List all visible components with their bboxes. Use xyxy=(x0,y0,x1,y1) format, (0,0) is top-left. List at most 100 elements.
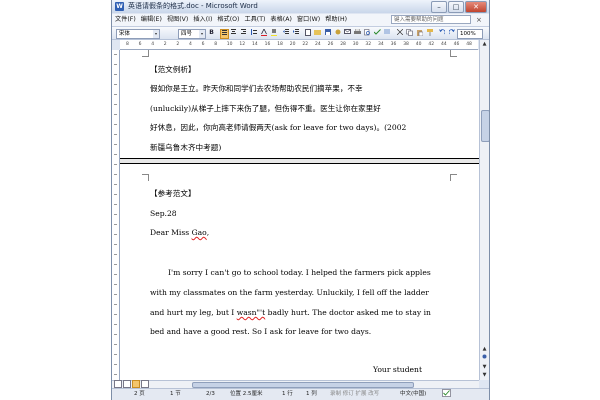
menu-edit[interactable]: 编辑(E) xyxy=(139,14,164,26)
outline-view-button[interactable] xyxy=(141,380,149,388)
font-color-button[interactable] xyxy=(260,28,267,37)
letter-body-line-4: bed and have a good rest. So I ask for l… xyxy=(150,327,372,336)
scroll-down-icon[interactable]: ▼ xyxy=(481,371,488,379)
ruler-tick xyxy=(114,174,117,175)
folder-open-icon xyxy=(314,30,321,35)
status-column: 1 列 xyxy=(306,391,317,397)
font-name-select[interactable]: 宋体 ▾ xyxy=(116,29,160,39)
new-document-button[interactable] xyxy=(304,29,311,37)
status-bar: 2 页 1 节 2/3 位置 2.5厘米 1 行 1 列 录制 修订 扩展 改写… xyxy=(112,388,489,400)
ruler-tick xyxy=(114,134,117,135)
ruler-tick-label: 42 xyxy=(428,42,435,47)
ruler-tick-label: 4 xyxy=(151,42,155,47)
cut-button[interactable] xyxy=(396,28,403,37)
permission-button[interactable] xyxy=(334,29,341,37)
scroll-thumb[interactable] xyxy=(481,110,489,142)
ruler-tick-label: 44 xyxy=(441,42,447,47)
ruler-tick-label: 8 xyxy=(126,42,129,47)
bold-button[interactable]: B xyxy=(208,29,215,37)
undo-button[interactable] xyxy=(438,29,446,37)
menu-view[interactable]: 视图(V) xyxy=(165,14,190,26)
crop-mark xyxy=(142,174,149,181)
redo-button[interactable] xyxy=(447,29,455,37)
menu-tools[interactable]: 工具(T) xyxy=(242,14,267,26)
zoom-select[interactable]: 100% xyxy=(457,29,483,39)
ruler-tick xyxy=(114,254,117,255)
save-button[interactable] xyxy=(324,29,331,37)
ruler-tick xyxy=(114,244,117,245)
status-line: 1 行 xyxy=(282,391,293,397)
scroll-up-icon[interactable]: ▲ xyxy=(481,345,488,353)
ruler-tick xyxy=(114,84,117,85)
status-language[interactable]: 中文(中国) xyxy=(400,389,426,400)
align-justify-button[interactable] xyxy=(220,29,229,39)
page1-heading: 【范文例析】 xyxy=(150,65,196,74)
ruler-tick xyxy=(114,284,117,285)
highlight-button[interactable] xyxy=(270,29,277,37)
email-button[interactable] xyxy=(344,29,351,37)
menu-window[interactable]: 窗口(W) xyxy=(295,14,322,26)
ruler-tick xyxy=(114,264,117,265)
format-painter-icon xyxy=(426,29,433,36)
help-search-input[interactable]: 键入需要帮助的问题 xyxy=(391,15,471,24)
letter-salutation: Dear Miss Gao, xyxy=(150,228,209,237)
ruler-tick-label: 40 xyxy=(415,42,422,47)
align-center-button[interactable] xyxy=(230,29,237,37)
menu-format[interactable]: 格式(O) xyxy=(215,14,241,26)
increase-indent-button[interactable] xyxy=(292,29,299,37)
scroll-up-icon[interactable]: ▲ xyxy=(481,40,488,48)
ruler-tick xyxy=(114,194,117,195)
menu-file[interactable]: 文件(F) xyxy=(113,14,138,26)
web-view-button[interactable] xyxy=(123,380,131,388)
font-size-select[interactable]: 四号 ▾ xyxy=(178,29,206,39)
letter-date: Sep.28 xyxy=(150,209,177,218)
formatting-toolbar: 宋体 ▾ 四号 ▾ B 100% xyxy=(112,27,489,40)
letter-body-line-3: and hurt my leg, but I wasn"'t badly hur… xyxy=(150,308,431,317)
open-button[interactable] xyxy=(314,29,321,37)
print-view-button[interactable] xyxy=(132,380,140,388)
close-button[interactable]: ✕ xyxy=(465,1,487,13)
copy-button[interactable] xyxy=(406,29,413,37)
word-app-icon[interactable]: W xyxy=(115,2,124,11)
horizontal-ruler[interactable]: 8 6 4 2 2 4 6 8 10 12 14 16 18 20 22 24 26 28 30 32 34 36 38 40… xyxy=(120,40,478,50)
minimize-button[interactable]: – xyxy=(431,1,447,13)
paste-button[interactable] xyxy=(416,29,423,37)
document-area[interactable]: 【范文例析】 假如你是王立。昨天你和同学们去农场帮助农民们摘苹果，不幸 (unl… xyxy=(120,50,479,380)
crop-mark xyxy=(142,50,149,57)
browse-object-icon[interactable] xyxy=(481,354,488,362)
chevron-down-icon[interactable]: ▾ xyxy=(153,30,159,38)
research-button[interactable] xyxy=(384,29,391,37)
ruler-tick xyxy=(114,214,117,215)
scroll-down-icon[interactable]: ▼ xyxy=(481,363,488,371)
maximize-button[interactable]: □ xyxy=(448,1,464,13)
menu-insert[interactable]: 插入(I) xyxy=(191,14,214,26)
vertical-ruler[interactable] xyxy=(112,50,120,380)
scissors-icon xyxy=(396,28,403,36)
chevron-down-icon[interactable]: ▾ xyxy=(199,30,205,38)
status-modes[interactable]: 录制 修订 扩展 改写 xyxy=(330,389,379,400)
ruler-tick xyxy=(114,124,117,125)
ruler-tick xyxy=(114,204,117,205)
ruler-tick-label: 14 xyxy=(252,42,258,47)
spelling-button[interactable] xyxy=(373,29,381,37)
ruler-tick-label: 32 xyxy=(365,42,372,47)
menu-table[interactable]: 表格(A) xyxy=(268,14,293,26)
spelling-status-icon[interactable] xyxy=(442,389,451,400)
menu-help[interactable]: 帮助(H) xyxy=(323,14,349,26)
format-painter-button[interactable] xyxy=(426,29,433,37)
print-preview-button[interactable] xyxy=(364,29,371,37)
ruler-tick-label: 2 xyxy=(163,42,167,47)
align-right-button[interactable] xyxy=(240,29,247,37)
normal-view-button[interactable] xyxy=(114,380,122,388)
ruler-tick xyxy=(114,304,117,305)
permission-icon xyxy=(335,29,340,35)
ruler-tick xyxy=(114,164,117,165)
line-spacing-button[interactable] xyxy=(250,29,257,37)
ruler-tick-label: 4 xyxy=(189,42,192,47)
horizontal-scrollbar[interactable] xyxy=(112,380,479,388)
new-document-icon xyxy=(304,29,311,36)
decrease-indent-button[interactable] xyxy=(282,29,289,37)
vertical-scrollbar[interactable]: ▲ ▲ ▼ ▼ xyxy=(479,40,489,380)
print-button[interactable] xyxy=(354,28,361,37)
document-close-button[interactable]: × xyxy=(476,14,482,26)
